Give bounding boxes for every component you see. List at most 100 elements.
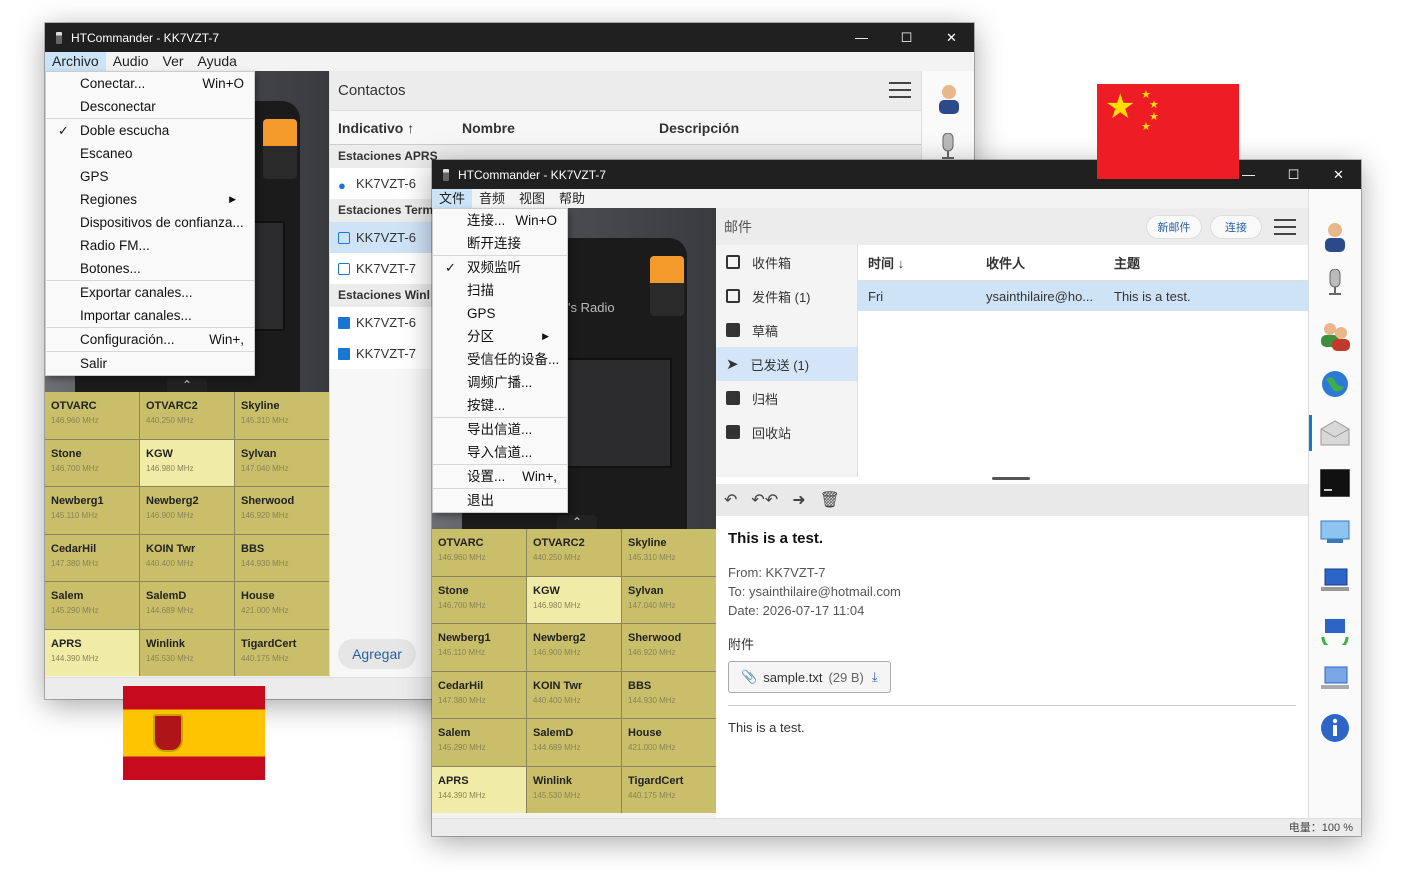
menu-audio[interactable]: 音频 [472, 189, 512, 208]
user-icon[interactable] [1322, 221, 1348, 253]
remote-computer-icon[interactable] [1319, 665, 1351, 693]
channel-button[interactable]: KOIN Twr 440.400 MHz [140, 534, 234, 581]
channel-button[interactable]: Salem 145.290 MHz [432, 719, 526, 766]
user-icon[interactable] [936, 83, 962, 115]
menu-item[interactable]: 导入信道... [433, 441, 567, 464]
column-descripcion[interactable]: Descripción [659, 120, 739, 136]
reply-icon[interactable]: ↶ [724, 490, 737, 510]
channel-button[interactable]: Newberg2 146.900 MHz [140, 487, 234, 534]
splitter-handle[interactable] [992, 477, 1030, 480]
channel-button[interactable]: APRS 144.390 MHz [432, 766, 526, 813]
delete-icon[interactable]: 🗑 [820, 490, 840, 510]
menu-item[interactable]: Dispositivos de confianza... [46, 211, 254, 234]
minimize-icon[interactable]: — [839, 23, 884, 52]
channel-button[interactable]: Winlink 145.530 MHz [527, 766, 621, 813]
channel-button[interactable]: Winlink 145.530 MHz [140, 629, 234, 676]
channel-button[interactable]: OTVARC 146.960 MHz [45, 392, 139, 439]
channel-button[interactable]: OTVARC 146.960 MHz [432, 529, 526, 576]
menu-item[interactable]: Desconectar [46, 95, 254, 118]
contacts-icon[interactable] [1319, 321, 1351, 351]
column-time[interactable]: 时间 ↓ [858, 253, 986, 272]
menu-item[interactable]: Configuración... Win+, [46, 328, 254, 351]
menu-item[interactable]: GPS [433, 302, 567, 325]
close-icon[interactable]: ✕ [929, 23, 974, 52]
mail-folder[interactable]: 归档 [716, 381, 857, 415]
channel-button[interactable]: CedarHil 147.380 MHz [432, 671, 526, 718]
menu-item[interactable]: 设置... Win+, [433, 465, 567, 488]
channel-button[interactable]: Newberg1 145.110 MHz [432, 624, 526, 671]
attachment-chip[interactable]: 📎 sample.txt (29 B) ⤓ [728, 661, 891, 693]
channel-button[interactable]: SalemD 144.689 MHz [527, 719, 621, 766]
menu-archivo[interactable]: Archivo [45, 52, 106, 71]
menu-file[interactable]: 文件 [432, 189, 473, 208]
channel-button[interactable]: Skyline 145.310 MHz [622, 529, 716, 576]
mail-folder[interactable]: 草稿 [716, 313, 857, 347]
menu-item[interactable]: Conectar... Win+O [46, 72, 254, 95]
menu-item[interactable]: 断开连接 [433, 232, 567, 255]
hamburger-menu-icon[interactable] [1274, 219, 1296, 235]
channel-button[interactable]: House 421.000 MHz [622, 719, 716, 766]
menu-ver[interactable]: Ver [156, 52, 191, 71]
menu-ayuda[interactable]: Ayuda [191, 52, 244, 71]
mail-folder[interactable]: 发件箱 (1) [716, 279, 857, 313]
channel-button[interactable]: Sylvan 147.040 MHz [622, 576, 716, 623]
terminal-icon[interactable] [1320, 469, 1350, 497]
globe-icon[interactable] [1320, 369, 1350, 399]
channel-button[interactable]: OTVARC2 440.250 MHz [527, 529, 621, 576]
menu-item[interactable]: 扫描 [433, 279, 567, 302]
connect-button[interactable]: 连接 [1210, 215, 1262, 239]
channel-button[interactable]: BBS 144.930 MHz [622, 671, 716, 718]
maximize-icon[interactable]: ☐ [1271, 160, 1316, 189]
chevron-up-icon[interactable]: ⌃ [167, 378, 207, 392]
channel-button[interactable]: Stone 146.700 MHz [432, 576, 526, 623]
menu-item[interactable]: 受信任的设备... [433, 348, 567, 371]
agregar-button[interactable]: Agregar [338, 639, 416, 669]
channel-button[interactable]: APRS 144.390 MHz [45, 629, 139, 676]
menu-help[interactable]: 帮助 [552, 189, 592, 208]
channel-button[interactable]: Salem 145.290 MHz [45, 582, 139, 629]
info-icon[interactable] [1320, 713, 1350, 743]
bbs-icon[interactable] [1319, 519, 1351, 545]
column-nombre[interactable]: Nombre [462, 120, 659, 136]
channel-button[interactable]: House 421.000 MHz [235, 582, 329, 629]
channel-button[interactable]: KGW 146.980 MHz [140, 439, 234, 486]
mail-icon[interactable] [1319, 419, 1351, 447]
menu-item[interactable]: Radio FM... [46, 234, 254, 257]
menu-item[interactable]: Botones... [46, 257, 254, 280]
channel-button[interactable]: BBS 144.930 MHz [235, 534, 329, 581]
menu-item[interactable]: GPS [46, 165, 254, 188]
close-icon[interactable]: ✕ [1316, 160, 1361, 189]
menu-item[interactable]: ✓ 双频监听 [433, 256, 567, 279]
channel-button[interactable]: Sherwood 146.920 MHz [622, 624, 716, 671]
channel-button[interactable]: Newberg1 145.110 MHz [45, 487, 139, 534]
network-computer-icon[interactable] [1319, 567, 1351, 595]
hamburger-menu-icon[interactable] [889, 82, 911, 98]
column-recipient[interactable]: 收件人 [986, 253, 1114, 272]
mail-folder[interactable]: 回收站 [716, 415, 857, 449]
download-icon[interactable]: ⤓ [872, 669, 878, 685]
menu-item[interactable]: Exportar canales... [46, 281, 254, 304]
forward-icon[interactable]: ➜ [792, 490, 805, 510]
menu-view[interactable]: 视图 [512, 189, 552, 208]
menu-item[interactable]: ✓ Doble escucha [46, 119, 254, 142]
menu-item[interactable]: 导出信道... [433, 418, 567, 441]
channel-button[interactable]: Sylvan 147.040 MHz [235, 439, 329, 486]
mail-folder[interactable]: ➤ 已发送 (1) [716, 347, 857, 381]
menu-item[interactable]: 退出 [433, 489, 567, 512]
sync-computer-icon[interactable] [1319, 615, 1351, 645]
menu-audio[interactable]: Audio [106, 52, 156, 71]
menu-item[interactable]: 分区 ▶ [433, 325, 567, 348]
channel-button[interactable]: OTVARC2 440.250 MHz [140, 392, 234, 439]
channel-button[interactable]: CedarHil 147.380 MHz [45, 534, 139, 581]
channel-button[interactable]: TigardCert 440.175 MHz [622, 766, 716, 813]
chevron-up-icon[interactable]: ⌃ [557, 515, 597, 529]
channel-button[interactable]: Skyline 145.310 MHz [235, 392, 329, 439]
maximize-icon[interactable]: ☐ [884, 23, 929, 52]
channel-button[interactable]: KGW 146.980 MHz [527, 576, 621, 623]
channel-button[interactable]: Sherwood 146.920 MHz [235, 487, 329, 534]
menu-item[interactable]: 调频广播... [433, 371, 567, 394]
channel-button[interactable]: Newberg2 146.900 MHz [527, 624, 621, 671]
channel-button[interactable]: Stone 146.700 MHz [45, 439, 139, 486]
menu-item[interactable]: Escaneo [46, 142, 254, 165]
menu-item[interactable]: 按键... [433, 394, 567, 417]
